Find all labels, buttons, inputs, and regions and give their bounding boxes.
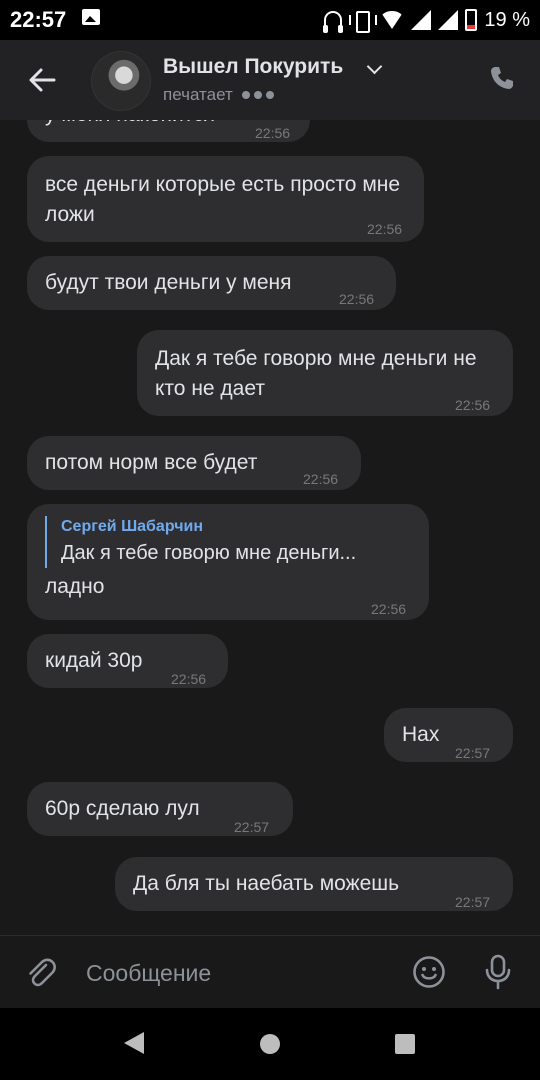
chevron-down-icon[interactable] [366,58,383,75]
message-bubble-incoming[interactable]: потом норм все будет 22:56 [27,436,361,490]
message-composer [0,935,540,1008]
message-time: 22:56 [371,601,407,617]
message-time: 22:57 [234,819,270,835]
call-icon[interactable] [488,64,516,92]
typing-status: печатает [163,85,274,105]
message-bubble-reply[interactable]: Сергей Шабарчин Дак я тебе говорю мне де… [27,504,429,620]
message-bubble-outgoing[interactable]: Дак я тебе говорю мне деньги не кто не д… [137,330,513,416]
nav-recents-icon[interactable] [395,1034,415,1054]
message-time: 22:56 [303,471,339,487]
headset-icon [323,11,344,33]
message-text: все деньги которые есть просто мне ложи [45,173,401,226]
chat-name[interactable]: Вышел Покурить [163,55,343,79]
battery-icon [465,9,478,31]
message-bubble-incoming[interactable]: кидай 30р 22:56 [27,634,228,688]
message-text: будут твои деньги у меня [45,271,292,294]
signal-icon [411,10,432,30]
battery-percent: 19 % [484,8,530,31]
status-bar: 22:57 19 % [0,0,540,40]
message-list[interactable]: у меня накопится 22:56 все деньги которы… [0,120,540,935]
status-icons: 19 % [323,6,530,34]
reply-author: Сергей Шабарчин [61,518,203,535]
message-text: потом норм все будет [45,451,258,474]
message-bubble-outgoing[interactable]: Да бля ты наебать можешь 22:57 [115,857,513,911]
status-time: 22:57 [10,7,67,32]
attach-icon[interactable] [24,956,58,990]
message-time: 22:56 [339,291,375,307]
emoji-icon[interactable] [412,955,446,989]
typing-text: печатает [163,85,233,104]
microphone-icon[interactable] [482,953,514,991]
message-bubble-incoming[interactable]: у меня накопится 22:56 [27,120,310,142]
message-bubble-incoming[interactable]: все деньги которые есть просто мне ложи … [27,156,424,242]
message-time: 22:56 [367,221,403,237]
gallery-icon [82,9,100,25]
typing-dots-icon [241,91,274,99]
message-time: 22:57 [455,894,491,910]
signal-icon-2 [438,10,459,30]
nav-home-icon[interactable] [260,1034,280,1054]
message-time: 22:57 [455,745,491,761]
message-bubble-outgoing[interactable]: Нах 22:57 [384,708,513,762]
nav-back-icon[interactable] [124,1032,144,1054]
message-time: 22:56 [255,125,291,141]
wifi-icon [380,11,405,29]
message-time: 22:56 [455,397,491,413]
reply-quote[interactable]: Сергей Шабарчин Дак я тебе говорю мне де… [45,516,411,568]
message-text: Да бля ты наебать можешь [133,872,400,895]
message-text: ладно [45,575,105,598]
message-bubble-incoming[interactable]: будут твои деньги у меня 22:56 [27,256,396,310]
message-text: Дак я тебе говорю мне деньги не кто не д… [155,347,477,400]
back-arrow-icon[interactable] [26,64,58,96]
chat-header: Вышел Покурить печатает [0,40,540,120]
reply-text: Дак я тебе говорю мне деньги... [61,542,357,564]
message-bubble-incoming[interactable]: 60р сделаю лул 22:57 [27,782,293,836]
avatar[interactable] [91,51,151,111]
vibrate-icon [349,11,378,33]
message-input[interactable] [86,954,386,992]
system-nav-bar [0,1008,540,1080]
message-time: 22:56 [171,671,207,687]
